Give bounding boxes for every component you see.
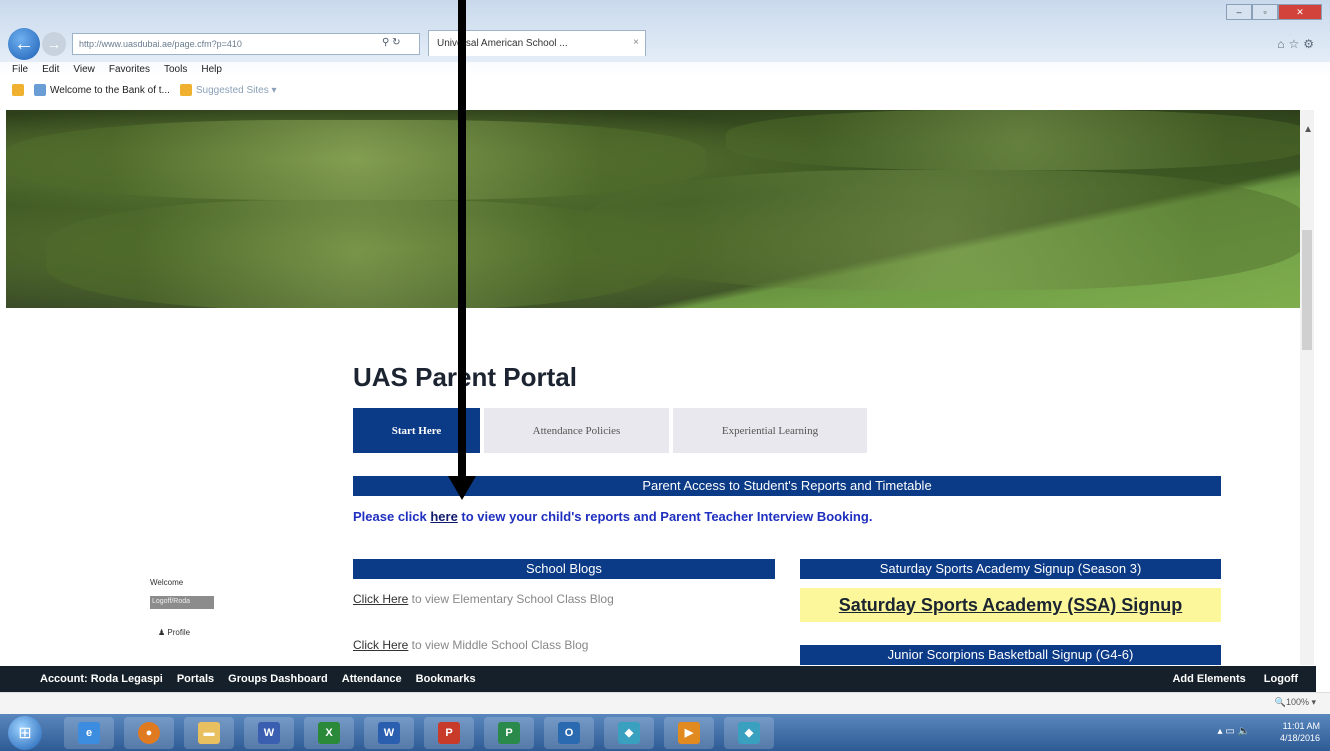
- favorite-suggested-sites[interactable]: Suggested Sites ▾: [179, 84, 277, 96]
- firefox-icon[interactable]: ●: [124, 717, 174, 749]
- account-link[interactable]: Account: Roda Legaspi: [40, 673, 163, 685]
- clock[interactable]: 11:01 AM 4/18/2016: [1280, 720, 1320, 744]
- media-icon[interactable]: ▶: [664, 717, 714, 749]
- menu-help[interactable]: Help: [201, 64, 222, 75]
- search-refresh-icons[interactable]: ⚲ ↻: [382, 37, 400, 48]
- address-bar[interactable]: http://www.uasdubai.ae/page.cfm?p=410: [72, 33, 420, 55]
- annotation-arrow-head: [448, 476, 476, 500]
- bookmarks-link[interactable]: Bookmarks: [416, 673, 476, 685]
- app-icon[interactable]: ◆: [604, 717, 654, 749]
- tab-attendance-policies[interactable]: Attendance Policies: [484, 408, 669, 453]
- access-header: Parent Access to Student's Reports and T…: [353, 476, 1221, 496]
- outlook-icon[interactable]: O: [544, 717, 594, 749]
- favorites-star-icon[interactable]: [12, 84, 24, 96]
- project-icon[interactable]: P: [484, 717, 534, 749]
- scrollbar-thumb[interactable]: [1302, 230, 1312, 350]
- groups-dashboard-link[interactable]: Groups Dashboard: [228, 673, 328, 685]
- page-icon: [34, 84, 46, 96]
- menu-view[interactable]: View: [73, 64, 95, 75]
- logoff-link[interactable]: Logoff: [1264, 673, 1298, 685]
- window-controls: – ▫ ✕: [1226, 4, 1322, 20]
- folder-icon[interactable]: ▬: [184, 717, 234, 749]
- school-blogs-header: School Blogs: [353, 559, 775, 579]
- zoom-control[interactable]: 🔍100% ▾: [1275, 697, 1316, 708]
- profile-link[interactable]: ♟ Profile: [158, 628, 190, 637]
- suggested-sites-icon: [179, 84, 192, 96]
- menu-bar: File Edit View Favorites Tools Help: [12, 64, 222, 75]
- forward-button[interactable]: →: [42, 32, 66, 56]
- elementary-blog-line: Click Here to view Elementary School Cla…: [353, 592, 614, 606]
- back-button[interactable]: ←: [8, 28, 40, 60]
- maximize-button[interactable]: ▫: [1252, 4, 1278, 20]
- taskbar: ⊞ e ● ▬ W X W P P O ◆ ▶ ◆ ▴ ▭ 🔈 11:01 AM…: [0, 714, 1330, 751]
- powerpoint-icon[interactable]: P: [424, 717, 474, 749]
- attendance-link[interactable]: Attendance: [342, 673, 402, 685]
- start-button[interactable]: ⊞: [8, 716, 42, 750]
- home-star-gear-icons[interactable]: ⌂☆⚙: [1277, 37, 1318, 51]
- tab-experiential-learning[interactable]: Experiential Learning: [673, 408, 867, 453]
- app-icon[interactable]: ◆: [724, 717, 774, 749]
- welcome-label: Welcome: [150, 578, 184, 587]
- word-icon[interactable]: W: [364, 717, 414, 749]
- ssa-signup-link[interactable]: Saturday Sports Academy (SSA) Signup: [800, 588, 1221, 622]
- middle-blog-link[interactable]: Click Here: [353, 638, 408, 652]
- jsb-header: Junior Scorpions Basketball Signup (G4-6…: [800, 645, 1221, 665]
- excel-icon[interactable]: X: [304, 717, 354, 749]
- close-tab-icon[interactable]: ×: [633, 37, 639, 48]
- portal-tabs: Start Here Attendance Policies Experient…: [353, 408, 867, 453]
- favorites-bar: Welcome to the Bank of t... Suggested Si…: [12, 84, 277, 96]
- scroll-up-icon[interactable]: ▲: [1303, 124, 1313, 135]
- tab-title: Universal American School ...: [437, 38, 568, 49]
- tray-icons[interactable]: ▴ ▭ 🔈: [1218, 726, 1250, 737]
- annotation-arrow-shaft: [458, 0, 466, 480]
- user-badge[interactable]: Logoff/Roda: [150, 596, 214, 609]
- access-instructions: Please click here to view your child's r…: [353, 509, 873, 524]
- browser-chrome: ← → http://www.uasdubai.ae/page.cfm?p=41…: [0, 0, 1330, 108]
- banner-image: [6, 110, 1314, 308]
- menu-file[interactable]: File: [12, 64, 28, 75]
- ssa-header: Saturday Sports Academy Signup (Season 3…: [800, 559, 1221, 579]
- word-icon[interactable]: W: [244, 717, 294, 749]
- menu-edit[interactable]: Edit: [42, 64, 59, 75]
- here-link[interactable]: here: [430, 509, 457, 524]
- menu-tools[interactable]: Tools: [164, 64, 187, 75]
- favorite-bank[interactable]: Welcome to the Bank of t...: [34, 84, 170, 96]
- footer-nav: Account: Roda Legaspi Portals Groups Das…: [0, 666, 1316, 692]
- minimize-button[interactable]: –: [1226, 4, 1252, 20]
- ie-icon[interactable]: e: [64, 717, 114, 749]
- menu-favorites[interactable]: Favorites: [109, 64, 150, 75]
- elementary-blog-link[interactable]: Click Here: [353, 592, 408, 606]
- add-elements-link[interactable]: Add Elements: [1172, 673, 1245, 685]
- scrollbar[interactable]: [1300, 110, 1314, 665]
- middle-blog-line: Click Here to view Middle School Class B…: [353, 638, 589, 652]
- status-bar: 🔍100% ▾: [0, 692, 1330, 714]
- portals-link[interactable]: Portals: [177, 673, 214, 685]
- person-icon: ♟: [158, 628, 166, 637]
- close-button[interactable]: ✕: [1278, 4, 1322, 20]
